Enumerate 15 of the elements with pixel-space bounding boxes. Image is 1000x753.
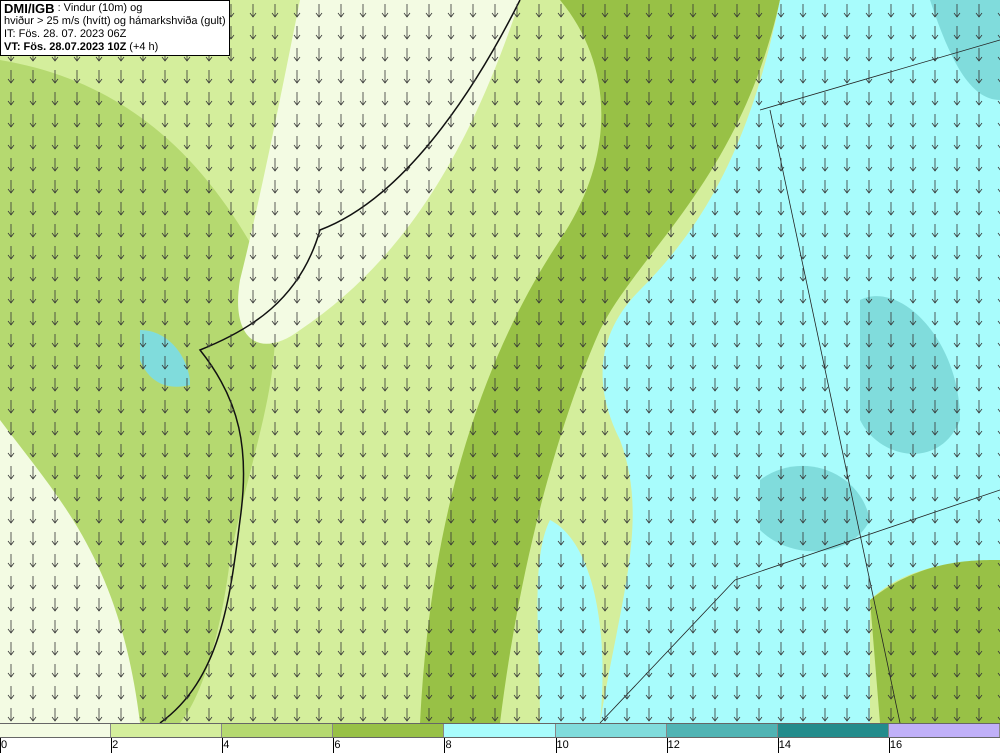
legend-tick: 8 bbox=[445, 739, 452, 751]
legend-tick: 0 bbox=[1, 739, 8, 751]
issue-time: IT: Fös. 28. 07. 2023 06Z bbox=[4, 28, 128, 41]
legend-tick: 10 bbox=[556, 739, 569, 751]
legend-tick: 4 bbox=[223, 739, 230, 751]
legend-tick: 6 bbox=[334, 739, 340, 751]
legend-tick: 12 bbox=[668, 739, 680, 751]
legend-tick: 14 bbox=[778, 739, 792, 751]
legend-tick: 16 bbox=[890, 739, 902, 751]
lead-time: (+4 h) bbox=[129, 41, 158, 54]
map-subtitle: hviður > 25 m/s (hvítt) og hámarkshviða (gult) bbox=[4, 15, 226, 28]
legend-tick: 2 bbox=[112, 739, 118, 751]
source-label: DMI/IGB bbox=[4, 2, 55, 15]
map-title: : Vindur (10m) og bbox=[58, 2, 142, 15]
valid-time: VT: Fös. 28.07.2023 10Z bbox=[4, 41, 126, 54]
